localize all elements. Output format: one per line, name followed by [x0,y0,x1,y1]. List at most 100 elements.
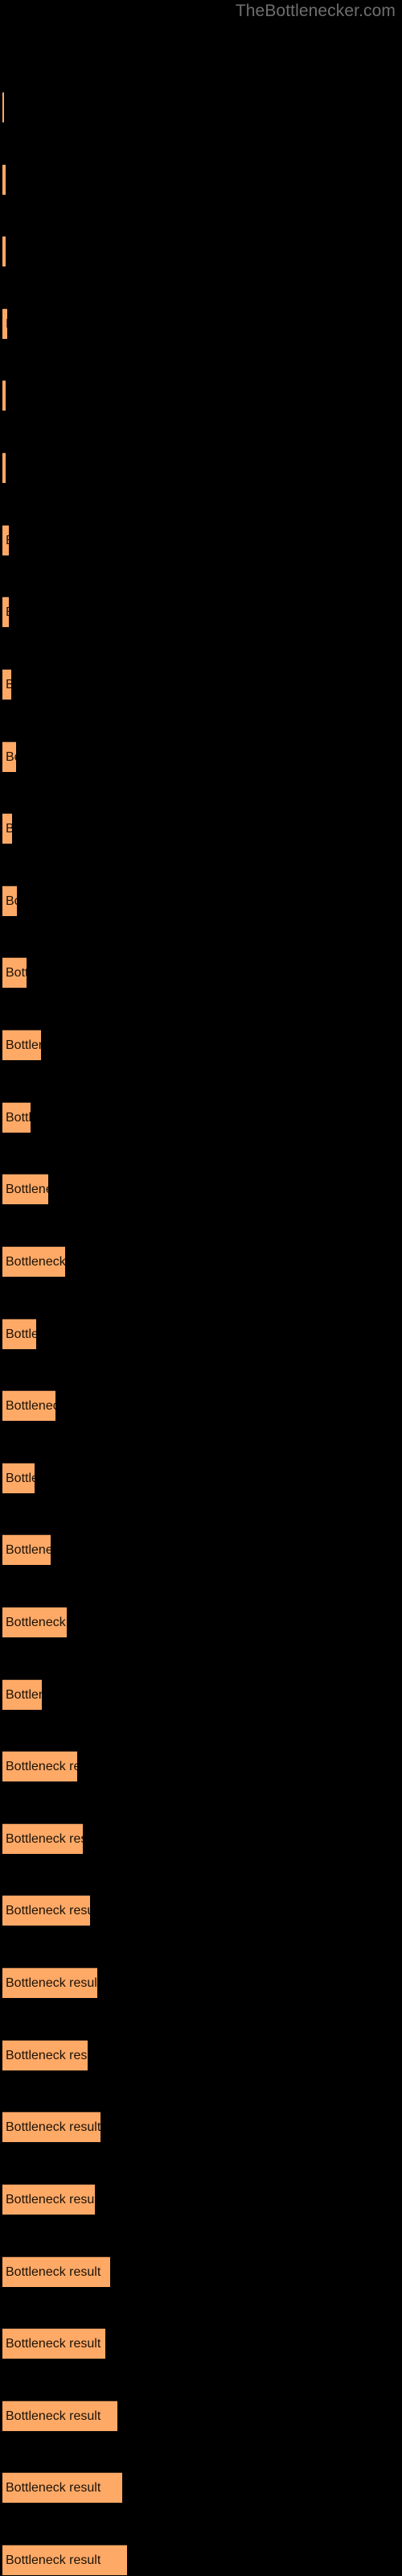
bar-row: Bottleneck result [0,308,402,340]
bar-label: Bottleneck result [6,822,12,836]
bar[interactable]: Bottleneck result [2,2040,88,2070]
bar-row: Bottleneck result [0,452,402,484]
bar-row: Bottleneck result [0,1462,402,1494]
bar[interactable]: Bottleneck result [2,452,6,483]
bar[interactable]: Bottleneck result [2,1607,67,1637]
bar-label: Bottleneck result [6,2480,101,2495]
bar-row: Bottleneck result [0,1606,402,1638]
bar[interactable]: Bottleneck result [2,380,6,411]
bar-row: Bottleneck result [0,1678,402,1711]
bar[interactable]: Bottleneck result [2,1102,31,1133]
bar-label: Bottleneck result [6,2409,101,2423]
bar-label: Bottleneck result [6,317,7,331]
bar-row: Bottleneck result [0,1750,402,1782]
bar-row: Bottleneck result [0,1173,402,1205]
bar-row: Bottleneck result [0,2039,402,2071]
bar-label: Bottleneck result [6,1327,36,1341]
bar[interactable]: Bottleneck result [2,2472,122,2503]
bar-row: Bottleneck result [0,235,402,267]
chart-root: TheBottlenecker.com Bottleneck resultBot… [0,0,402,2576]
bar[interactable]: Bottleneck result [2,1174,48,1204]
bar[interactable]: Bottleneck result [2,1895,90,1926]
bar-row: Bottleneck result [0,2471,402,2504]
bar-row: Bottleneck result [0,524,402,556]
bar-label: Bottleneck result [6,1254,65,1269]
bar[interactable]: Bottleneck result [2,957,27,988]
bar-label: Bottleneck result [6,965,27,980]
bar-row: Bottleneck result [0,2544,402,2576]
bar-label: Bottleneck result [6,1687,42,1702]
bar[interactable]: Bottleneck result [2,1967,97,1998]
bar-label: Bottleneck result [6,1831,83,1846]
bar[interactable]: Bottleneck result [2,2184,95,2215]
bar-label: Bottleneck result [6,1038,41,1052]
bar-label: Bottleneck result [6,2336,101,2351]
bar[interactable]: Bottleneck result [2,525,9,555]
bar[interactable]: Bottleneck result [2,1030,41,1060]
bar-label: Bottleneck result [6,2192,95,2207]
bar-label: Bottleneck result [6,2264,101,2279]
bar[interactable]: Bottleneck result [2,1463,35,1493]
bar-row: Bottleneck result [0,1245,402,1278]
bar[interactable]: Bottleneck result [2,1319,36,1349]
bar-label: Bottleneck result [6,678,11,691]
bar-row: Bottleneck result [0,1967,402,1999]
bar[interactable]: Bottleneck result [2,1679,42,1710]
bar-row: Bottleneck result [0,2327,402,2359]
bar[interactable]: Bottleneck result [2,2328,105,2359]
bar[interactable]: Bottleneck result [2,597,9,627]
bar-row: Bottleneck result [0,2111,402,2143]
bar[interactable]: Bottleneck result [2,1390,55,1421]
bar[interactable]: Bottleneck result [2,1751,77,1781]
bar-label: Bottleneck result [6,1903,90,1918]
bar-row: Bottleneck result [0,1534,402,1566]
bar-label: Bottleneck result [6,605,9,619]
bar[interactable]: Bottleneck result [2,1534,51,1565]
bar-label: Bottleneck result [6,1759,77,1773]
bar-label: Bottleneck result [6,1471,35,1485]
bar-row: Bottleneck result [0,1894,402,1926]
bar-label: Bottleneck result [6,749,16,764]
bar-row: Bottleneck result [0,885,402,917]
bar-row: Bottleneck result [0,163,402,196]
bar[interactable]: Bottleneck result [2,308,7,339]
bar-row: Bottleneck result [0,91,402,123]
bar[interactable]: Bottleneck result [2,92,4,122]
bar-row: Bottleneck result [0,2256,402,2288]
bar[interactable]: Bottleneck result [2,813,12,844]
bar-row: Bottleneck result [0,1318,402,1350]
bar[interactable]: Bottleneck result [2,2545,127,2575]
bar-label: Bottleneck result [6,1975,97,1990]
bar[interactable]: Bottleneck result [2,886,17,916]
bar[interactable]: Bottleneck result [2,2401,117,2431]
bar[interactable]: Bottleneck result [2,741,16,772]
bar-row: Bottleneck result [0,741,402,773]
bar[interactable]: Bottleneck result [2,1823,83,1854]
bar-chart-plot-area: Bottleneck result Bottleneck result Bottle… [0,0,402,2576]
bar[interactable]: Bottleneck result [2,669,11,700]
bar-label: Bottleneck result [6,894,17,908]
bar-row: Bottleneck result [0,1823,402,1855]
bar-row: Bottleneck result [0,1389,402,1422]
bar-label: Bottleneck result [6,1615,67,1629]
bar-row: Bottleneck result [0,956,402,989]
bar-row: Bottleneck result [0,812,402,844]
bar-row: Bottleneck result [0,2183,402,2215]
bar-row: Bottleneck result [0,2400,402,2432]
bar[interactable]: Bottleneck result [2,2112,100,2142]
bar-label: Bottleneck result [6,1182,48,1196]
bar-label: Bottleneck result [6,2553,101,2567]
bar-label: Bottleneck result [6,2120,100,2134]
bar-row: Bottleneck result [0,379,402,411]
bar-label: Bottleneck result [6,1542,51,1557]
bar-label: Bottleneck result [6,1398,55,1413]
bar[interactable]: Bottleneck result [2,164,6,195]
bar-label: Bottleneck result [6,1110,31,1125]
bar-row: Bottleneck result [0,1029,402,1061]
bar[interactable]: Bottleneck result [2,236,6,266]
bar-label: Bottleneck result [6,2048,88,2062]
bar-label: Bottleneck result [6,534,9,547]
bar[interactable]: Bottleneck result [2,2256,110,2287]
bar[interactable]: Bottleneck result [2,1246,65,1277]
bar-row: Bottleneck result [0,596,402,628]
